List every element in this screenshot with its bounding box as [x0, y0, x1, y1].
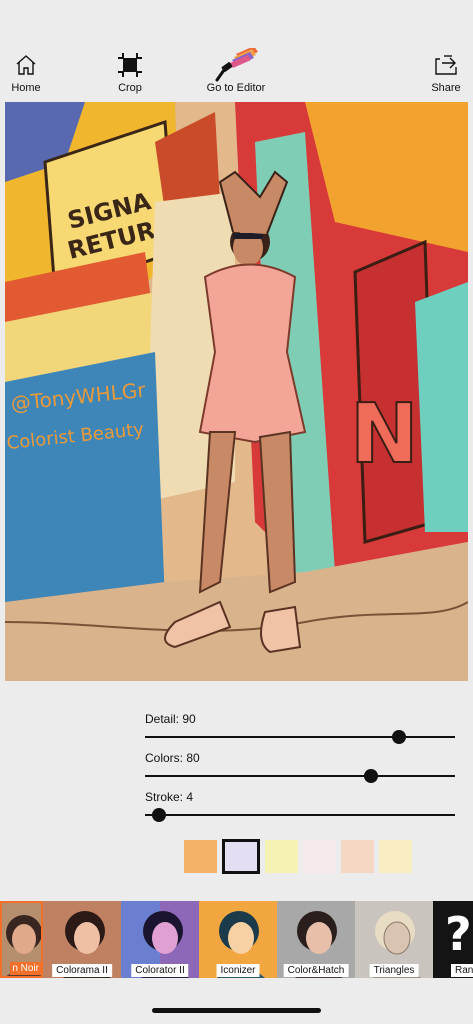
color-swatch[interactable]: [265, 840, 298, 873]
home-indicator[interactable]: [152, 1008, 321, 1013]
paint-roller-icon: [214, 48, 258, 82]
stroke-slider-track[interactable]: [145, 814, 455, 816]
color-swatch[interactable]: [379, 840, 412, 873]
home-icon: [15, 48, 37, 82]
stroke-slider-label: Stroke: 4: [145, 790, 194, 804]
go-to-editor-button[interactable]: Go to Editor: [200, 48, 272, 94]
filter-label: Color&Hatch: [283, 964, 349, 977]
color-swatch[interactable]: [341, 840, 374, 873]
filter-label: n Noir: [10, 962, 41, 975]
filter-thumb-triangles[interactable]: Triangles: [355, 901, 433, 978]
color-swatch[interactable]: [303, 840, 336, 873]
crop-button[interactable]: Crop: [110, 48, 150, 94]
colors-slider-thumb[interactable]: [364, 769, 379, 783]
crop-label: Crop: [118, 82, 142, 94]
colors-slider[interactable]: Colors: 80: [145, 751, 455, 790]
detail-slider[interactable]: Detail: 90: [145, 712, 455, 751]
filter-thumb-colorator-ii[interactable]: Colorator II: [121, 901, 199, 978]
detail-slider-label: Detail: 90: [145, 712, 196, 726]
filter-thumb-random[interactable]: ? Ran: [433, 901, 473, 978]
go-to-editor-label: Go to Editor: [206, 82, 266, 94]
filter-thumb-color-hatch[interactable]: Color&Hatch: [277, 901, 355, 978]
stroke-slider[interactable]: Stroke: 4: [145, 790, 455, 829]
filter-strip[interactable]: n Noir Colorama II Colorator II Iconizer…: [0, 901, 473, 978]
crop-icon: [117, 48, 143, 82]
home-label: Home: [11, 82, 41, 94]
detail-slider-thumb[interactable]: [392, 730, 407, 744]
share-label: Share: [431, 82, 461, 94]
colors-slider-track[interactable]: [145, 775, 455, 777]
filter-thumb-noir[interactable]: n Noir: [0, 901, 43, 978]
detail-slider-track[interactable]: [145, 736, 455, 738]
color-swatch[interactable]: [222, 839, 260, 874]
filter-label: Iconizer: [216, 964, 260, 977]
share-button[interactable]: Share: [428, 48, 464, 94]
question-mark-icon: ?: [445, 907, 472, 961]
share-icon: [434, 48, 458, 82]
home-button[interactable]: Home: [8, 48, 44, 94]
filter-label: Colorama II: [52, 964, 112, 977]
top-toolbar: Home Crop Go to Editor Share: [0, 48, 473, 98]
filter-thumb-iconizer[interactable]: Iconizer: [199, 901, 277, 978]
filter-thumb-colorama-ii[interactable]: Colorama II: [43, 901, 121, 978]
adjustment-sliders: Detail: 90 Colors: 80 Stroke: 4: [145, 712, 455, 829]
cartoonized-photo: SIGNA RETUR NE @TonyWHLGr Colorist Beaut…: [5, 102, 468, 681]
palette-swatches: [184, 839, 412, 874]
stroke-slider-thumb[interactable]: [152, 808, 167, 822]
filter-label: Triangles: [369, 964, 419, 977]
filter-label: Colorator II: [131, 964, 189, 977]
filter-label: Ran: [451, 964, 473, 977]
colors-slider-label: Colors: 80: [145, 751, 200, 765]
color-swatch[interactable]: [184, 840, 217, 873]
